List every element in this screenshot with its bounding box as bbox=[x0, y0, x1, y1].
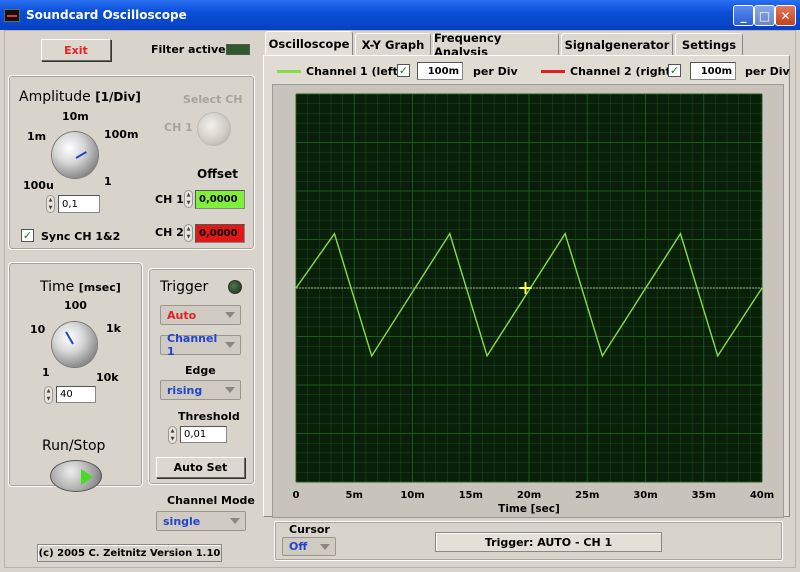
offset-title: Offset bbox=[197, 167, 238, 181]
time-scale-10: 10 bbox=[30, 323, 46, 336]
ch2-per-div: per Div bbox=[745, 65, 790, 78]
amp-scale-10m: 10m bbox=[62, 110, 89, 123]
threshold-spinner[interactable]: ▲ ▼ bbox=[168, 426, 177, 444]
select-ch-label: CH 1 bbox=[164, 121, 193, 134]
trigger-led bbox=[228, 280, 242, 294]
tab-signalgenerator[interactable]: Signalgenerator bbox=[561, 33, 673, 55]
time-spinner[interactable]: ▲ ▼ bbox=[44, 386, 53, 404]
offset-ch1-spinner[interactable]: ▲ ▼ bbox=[184, 190, 193, 208]
offset-ch2-label: CH 2 bbox=[155, 226, 184, 239]
x-tick-label: 20m bbox=[517, 490, 541, 501]
tab-xy-graph[interactable]: X-Y Graph bbox=[355, 33, 431, 55]
offset-ch2-spinner[interactable]: ▲ ▼ bbox=[184, 224, 193, 242]
time-scale-100: 100 bbox=[64, 299, 87, 312]
time-input[interactable]: 40 bbox=[56, 386, 96, 403]
filter-label: Filter active bbox=[151, 43, 226, 56]
amp-scale-100m: 100m bbox=[104, 128, 139, 141]
chevron-down-icon bbox=[320, 543, 330, 550]
trigger-status: Trigger: AUTO - CH 1 bbox=[435, 532, 662, 552]
ch2-label: Channel 2 (right) bbox=[570, 65, 676, 78]
trigger-channel-select[interactable]: Channel 1 bbox=[160, 332, 241, 358]
runstop-button[interactable] bbox=[50, 460, 102, 492]
title-bar: Soundcard Oscilloscope bbox=[0, 0, 800, 30]
minimize-button[interactable]: _ bbox=[733, 5, 754, 26]
threshold-input[interactable]: 0,01 bbox=[180, 426, 227, 443]
amplitude-title: Amplitude [1/Div] bbox=[19, 89, 141, 105]
amp-scale-100u: 100u bbox=[23, 179, 54, 192]
sync-label: Sync CH 1&2 bbox=[41, 230, 121, 243]
cursor-select[interactable]: Off bbox=[282, 537, 336, 556]
oscilloscope-chart[interactable]: 0 5m 10m 15m 20m 25m 30m 35m 40m Time [sec] bbox=[272, 84, 784, 518]
x-tick-label: 35m bbox=[692, 490, 716, 501]
copyright-label: (c) 2005 C. Zeitnitz Version 1.10 bbox=[37, 544, 222, 562]
time-scale-1k: 1k bbox=[106, 322, 121, 335]
chevron-down-icon bbox=[225, 312, 235, 318]
autoset-button[interactable]: Auto Set bbox=[156, 457, 245, 478]
tab-frequency-analysis[interactable]: Frequency Analysis bbox=[433, 31, 559, 59]
ch1-per-div: per Div bbox=[473, 65, 518, 78]
x-tick-label: 40m bbox=[750, 490, 774, 501]
trigger-title: Trigger bbox=[160, 279, 209, 295]
x-axis-label: Time [sec] bbox=[498, 503, 560, 515]
channel-mode-label: Channel Mode bbox=[167, 494, 255, 507]
time-scale-1: 1 bbox=[42, 366, 50, 379]
time-knob[interactable] bbox=[52, 322, 97, 367]
app-icon bbox=[4, 8, 20, 22]
edge-label: Edge bbox=[185, 364, 216, 377]
ch1-line-swatch bbox=[277, 70, 301, 73]
amp-scale-1m: 1m bbox=[27, 130, 47, 143]
threshold-label: Threshold bbox=[178, 410, 240, 423]
amp-spinner[interactable]: ▲ ▼ bbox=[46, 195, 55, 213]
x-tick-label: 0 bbox=[293, 490, 300, 501]
x-tick-label: 30m bbox=[633, 490, 657, 501]
ch1-checkbox[interactable]: ✓ bbox=[397, 64, 410, 77]
trigger-mode-select[interactable]: Auto bbox=[160, 305, 241, 325]
x-tick-label: 25m bbox=[575, 490, 599, 501]
offset-ch1-label: CH 1 bbox=[155, 193, 184, 206]
time-title: Time [msec] bbox=[40, 279, 121, 295]
exit-button[interactable]: Exit bbox=[41, 39, 111, 61]
ch2-div-input[interactable]: 100m bbox=[690, 62, 736, 80]
trigger-edge-select[interactable]: rising bbox=[160, 380, 241, 400]
x-tick-label: 15m bbox=[459, 490, 483, 501]
amplitude-knob[interactable] bbox=[52, 132, 98, 178]
close-button[interactable]: ✕ bbox=[775, 5, 796, 26]
offset-ch2-input[interactable]: 0,0000 bbox=[195, 224, 245, 243]
amp-scale-1: 1 bbox=[104, 175, 112, 188]
amplitude-input[interactable]: 0,1 bbox=[58, 195, 100, 213]
x-tick-label: 10m bbox=[400, 490, 424, 501]
play-icon bbox=[81, 469, 93, 485]
chevron-down-icon bbox=[225, 342, 235, 348]
maximize-button[interactable]: □ bbox=[754, 5, 775, 26]
chevron-down-icon bbox=[230, 518, 240, 524]
select-ch-knob[interactable] bbox=[197, 112, 231, 146]
ch2-checkbox[interactable]: ✓ bbox=[668, 64, 681, 77]
time-scale-10k: 10k bbox=[96, 371, 119, 384]
offset-ch1-input[interactable]: 0,0000 bbox=[195, 190, 245, 209]
select-ch-title: Select CH bbox=[183, 93, 243, 106]
window-title: Soundcard Oscilloscope bbox=[26, 8, 187, 22]
x-tick-label: 5m bbox=[346, 490, 363, 501]
sync-checkbox[interactable]: ✓ bbox=[21, 229, 34, 242]
chevron-down-icon bbox=[225, 387, 235, 393]
filter-led bbox=[226, 44, 250, 55]
runstop-label: Run/Stop bbox=[42, 438, 106, 454]
tab-oscilloscope[interactable]: Oscilloscope bbox=[265, 31, 353, 55]
ch1-div-input[interactable]: 100m bbox=[417, 62, 463, 80]
ch2-line-swatch bbox=[541, 70, 565, 73]
ch1-label: Channel 1 (left) bbox=[306, 65, 403, 78]
channel-mode-select[interactable]: single bbox=[156, 511, 246, 531]
tab-settings[interactable]: Settings bbox=[675, 33, 743, 55]
cursor-label: Cursor bbox=[289, 523, 330, 536]
